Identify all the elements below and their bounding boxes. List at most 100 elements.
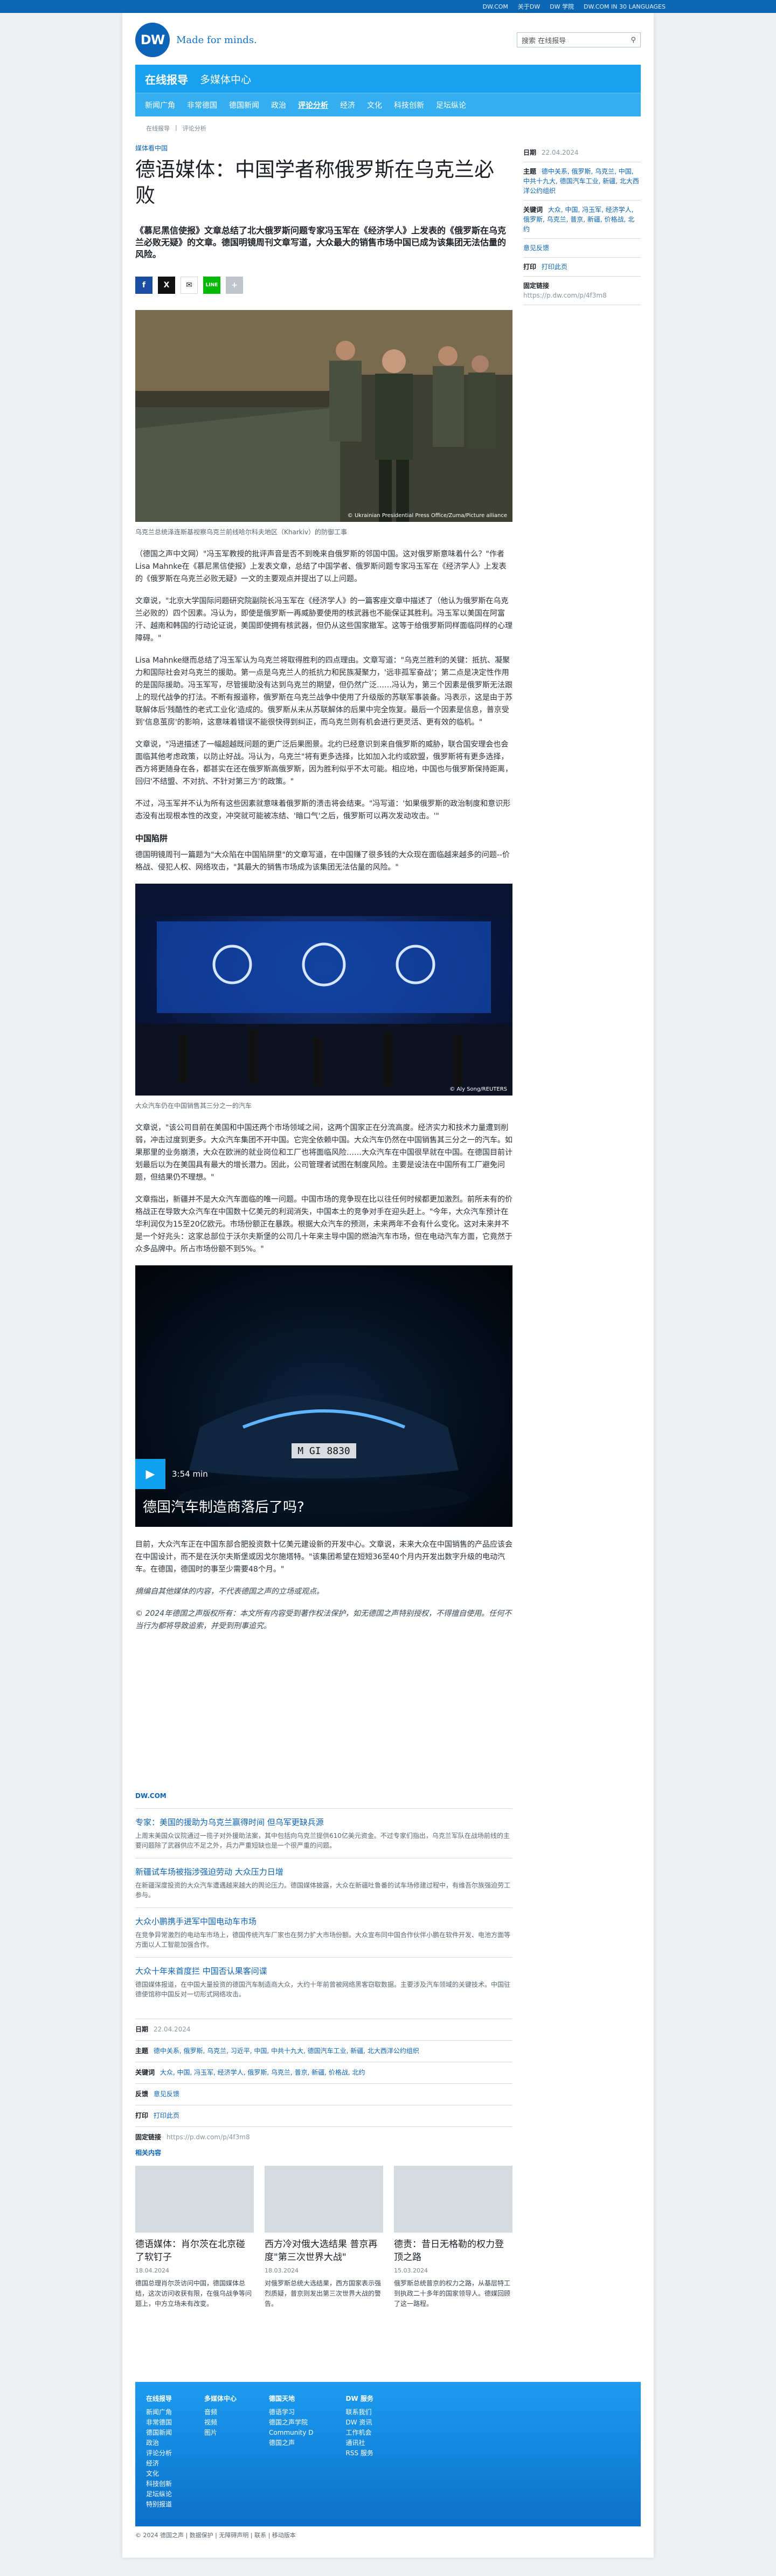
related-item[interactable]: 新疆试车场被指涉强迫劳动 大众压力日增 在新疆深度投资的大众汽车遭遇越来越大的舆…	[135, 1858, 512, 1907]
footer-link[interactable]: DW 资讯	[346, 2417, 373, 2428]
card-title[interactable]: 德语媒体：肖尔茨在北京碰了软钉子	[135, 2238, 254, 2264]
related-item[interactable]: 大众十年来首度拦 中国否认果客问谍 德国媒体报道，在中国大量投资的德国汽车制造商…	[135, 1957, 512, 2007]
card-thumbnail[interactable]	[265, 2166, 383, 2233]
card-title[interactable]: 德责：昔日无格勒的权力登顶之路	[394, 2238, 512, 2264]
related-item-title[interactable]: 专家：美国的援助为乌克兰赢得时间 但乌军更缺兵源	[135, 1816, 512, 1828]
footer-link[interactable]: 图片	[204, 2428, 237, 2438]
meta-permalink-value[interactable]: https://p.dw.com/p/4f3m8	[167, 2133, 250, 2141]
sidebar-keywords-label: 关键词	[523, 206, 543, 213]
nav-item-politics[interactable]: 政治	[271, 100, 286, 111]
nav-item-economy[interactable]: 经济	[340, 100, 355, 111]
article-kicker[interactable]: 媒体看中国	[135, 143, 512, 153]
dw-logo[interactable]: DW	[135, 23, 170, 57]
breadcrumb-item-commentary[interactable]: 评论分析	[183, 124, 206, 133]
card-title[interactable]: 西方冷对俄大选结果 普京再度"第三次世界大战"	[265, 2238, 383, 2264]
top-link-languages[interactable]: DW.COM IN 30 LANGUAGES	[584, 3, 666, 10]
footer-link[interactable]: 工作机会	[346, 2428, 373, 2438]
image-caption: 乌克兰总统泽连斯基视察乌克兰前线哈尔科夫地区（Kharkiv）的防御工事	[135, 528, 348, 536]
sidebar-feedback-link[interactable]: 意见反馈	[523, 244, 549, 252]
footer-link[interactable]: 政治	[146, 2438, 172, 2448]
line-share-icon[interactable]: LINE	[203, 277, 220, 294]
footer-link[interactable]: 非常德国	[146, 2417, 172, 2428]
nav-item-germany[interactable]: 非常德国	[187, 100, 217, 111]
footer-link[interactable]: 文化	[146, 2469, 172, 2479]
breadcrumb: 在线报导 | 评论分析	[146, 124, 206, 133]
footer-link[interactable]: 德国之声学院	[269, 2417, 314, 2428]
facebook-share-icon[interactable]: f	[135, 277, 153, 294]
sidebar-date-label: 日期	[523, 149, 537, 156]
footer-link[interactable]: 科技创新	[146, 2479, 172, 2489]
card-desc: 俄罗斯总统普京的权力之路，从基层特工到执政二十多年的国家领导人。德媒回顾了这一路…	[394, 2279, 511, 2308]
related-item-title[interactable]: 大众十年来首度拦 中国否认果客问谍	[135, 1965, 512, 1976]
email-share-icon[interactable]: ✉	[181, 277, 198, 294]
footer-link[interactable]: RSS 服务	[346, 2448, 373, 2458]
content-card[interactable]: 西方冷对俄大选结果 普京再度"第三次世界大战" 18.03.2024 对俄罗斯总…	[265, 2166, 383, 2309]
meta-feedback: 反馈 意见反馈	[135, 2083, 512, 2105]
top-link-dwcom[interactable]: DW.COM	[483, 3, 508, 10]
play-icon[interactable]: ▶	[135, 1459, 165, 1489]
related-item-title[interactable]: 大众小鹏携手进军中国电动车市场	[135, 1916, 512, 1927]
top-link-academy[interactable]: DW 学院	[550, 2, 574, 11]
nav-multimedia[interactable]: 多媒体中心	[200, 72, 251, 86]
content-card[interactable]: 德语媒体：肖尔茨在北京碰了软钉子 18.04.2024 德国总理肖尔茨访问中国，…	[135, 2166, 254, 2309]
search-icon[interactable]: ⚲	[630, 36, 636, 44]
footer-link[interactable]: 足坛纵论	[146, 2489, 172, 2499]
footer-link[interactable]: 特别报道	[146, 2499, 172, 2510]
article-title: 德语媒体：中国学者称俄罗斯在乌克兰必败	[135, 158, 494, 207]
more-share-icon[interactable]: +	[226, 277, 243, 294]
nav-item-news[interactable]: 新闻广角	[145, 100, 175, 111]
sidebar-date-value: 22.04.2024	[541, 149, 579, 156]
footer-link[interactable]: 视频	[204, 2417, 237, 2428]
video-play-control[interactable]: ▶ 3:54 min	[135, 1459, 208, 1489]
more-content: 相关内容 德语媒体：肖尔茨在北京碰了软钉子 18.04.2024 德国总理肖尔茨…	[135, 2148, 641, 2309]
footer-link[interactable]: 音频	[204, 2407, 237, 2417]
footer-legal[interactable]: © 2024 德国之声 | 数据保护 | 无障碍声明 | 联系 | 移动版本	[135, 2531, 641, 2539]
search-input[interactable]: 搜索 在线报导 ⚲	[517, 32, 641, 47]
footer-link[interactable]: 评论分析	[146, 2448, 172, 2458]
card-thumbnail[interactable]	[135, 2166, 254, 2233]
svg-text:M GI 8830: M GI 8830	[297, 1445, 350, 1457]
meta-keyword-links[interactable]: 大众, 中国, 冯玉军, 经济学人, 俄罗斯, 乌克兰, 普京, 新疆, 价格战…	[160, 2069, 365, 2076]
footer-link[interactable]: 德国新闻	[146, 2428, 172, 2438]
x-share-icon[interactable]: X	[158, 277, 175, 294]
footer-link[interactable]: 德国之声	[269, 2438, 314, 2448]
related-heading: DW.COM	[135, 1792, 167, 1800]
sidebar-topics-label: 主题	[523, 168, 537, 175]
nav-item-commentary[interactable]: 评论分析	[298, 100, 328, 111]
footer-link[interactable]: 德语学习	[269, 2407, 314, 2417]
related-item-desc: 上周末美国众议院通过一揽子对外援助法案，其中包括向乌克兰提供610亿美元资金。不…	[135, 1832, 510, 1849]
meta-print-link[interactable]: 打印此页	[154, 2112, 179, 2119]
footer-link[interactable]: Community D	[269, 2428, 314, 2438]
video-player[interactable]: M GI 8830 ▶ 3:54 min 德国汽车制造商落后了吗?	[135, 1265, 512, 1527]
volkswagen-stand-illustration	[135, 884, 512, 1096]
footer-column-heading[interactable]: 多媒体中心	[204, 2394, 237, 2404]
nav-title[interactable]: 在线报导	[145, 71, 188, 87]
nav-item-german-news[interactable]: 德国新闻	[229, 100, 259, 111]
footer-column-heading[interactable]: 在线报导	[146, 2394, 172, 2404]
footer-link[interactable]: 通讯社	[346, 2438, 373, 2448]
footer-link[interactable]: 新闻广角	[146, 2407, 172, 2417]
meta-topic-links[interactable]: 德中关系, 俄罗斯, 乌克兰, 习近平, 中国, 中共十九大, 德国汽车工业, …	[154, 2047, 419, 2055]
related-item[interactable]: 大众小鹏携手进军中国电动车市场 在竞争异常激烈的电动车市场上，德国传统汽车厂家也…	[135, 1907, 512, 1957]
related-item[interactable]: 专家：美国的援助为乌克兰赢得时间 但乌军更缺兵源 上周末美国众议院通过一揽子对外…	[135, 1808, 512, 1858]
nav-item-football[interactable]: 足坛纵论	[436, 100, 466, 111]
nav-item-culture[interactable]: 文化	[367, 100, 382, 111]
breadcrumb-item-online[interactable]: 在线报导	[146, 124, 170, 133]
sidebar-print-link[interactable]: 打印此页	[542, 263, 567, 271]
footer-column-heading[interactable]: 德国天地	[269, 2394, 314, 2404]
article-main: 媒体看中国 德语媒体：中国学者称俄罗斯在乌克兰必败 《慕尼黑信使报》文章总结了北…	[135, 143, 512, 1642]
nav-item-science[interactable]: 科技创新	[394, 100, 424, 111]
related-item-title[interactable]: 新疆试车场被指涉强迫劳动 大众压力日增	[135, 1866, 512, 1877]
sidebar-topic-links[interactable]: 德中关系, 俄罗斯, 乌克兰, 中国, 中共十九大, 德国汽车工业, 新疆, 北…	[523, 168, 639, 195]
meta-feedback-link[interactable]: 意见反馈	[154, 2090, 179, 2098]
footer-column-heading[interactable]: DW 服务	[346, 2394, 373, 2404]
top-link-about[interactable]: 关于DW	[518, 2, 540, 11]
video-title[interactable]: 德国汽车制造商落后了吗?	[143, 1496, 304, 1516]
article-paragraph: 文章说，"该公司目前在美国和中国还两个市场领域之间，这两个国家正在分流高度。经济…	[135, 1124, 512, 1182]
image-credit: © Ukrainian Presidential Press Office/Zu…	[347, 513, 507, 519]
footer-link[interactable]: 经济	[146, 2458, 172, 2469]
footer-link[interactable]: 联系我们	[346, 2407, 373, 2417]
content-card[interactable]: 德责：昔日无格勒的权力登顶之路 15.03.2024 俄罗斯总统普京的权力之路，…	[394, 2166, 512, 2309]
card-thumbnail[interactable]	[394, 2166, 512, 2233]
sidebar-permalink-value[interactable]: https://p.dw.com/p/4f3m8	[523, 291, 641, 300]
